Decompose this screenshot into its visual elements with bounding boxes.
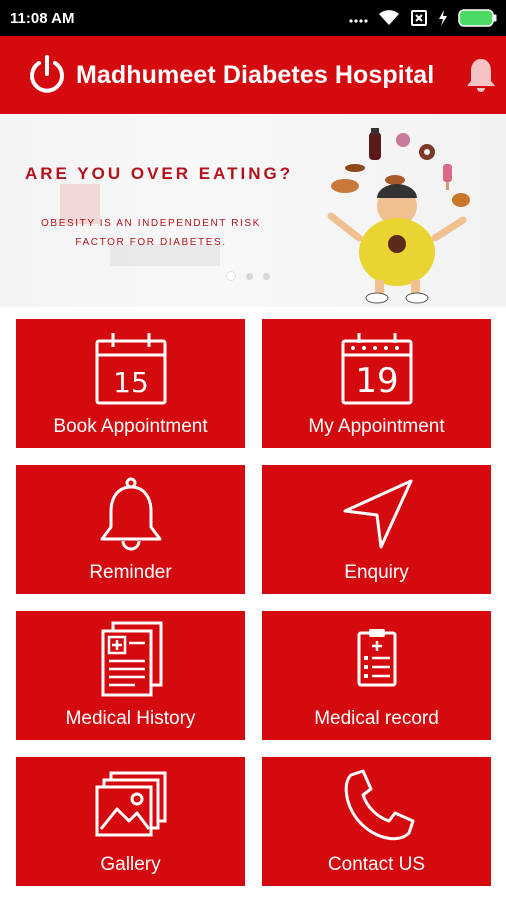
calendar-15-icon: 15 <box>95 333 166 405</box>
contact-us-button[interactable]: Contact US <box>262 757 491 886</box>
status-bar: 11:08 AM <box>0 0 506 36</box>
contact-us-label: Contact US <box>327 854 426 875</box>
medical-record-button[interactable]: Medical record <box>262 611 491 740</box>
my-appointment-button[interactable]: 19 My Appointment <box>262 319 491 448</box>
app-title: Madhumeet Diabetes Hospital <box>76 60 435 89</box>
book-appointment-button[interactable]: 15 Book Appointment <box>16 319 245 448</box>
reminder-label: Reminder <box>89 562 172 583</box>
calendar-19-icon: 19 <box>341 333 412 405</box>
menu-grid: 15 Book Appointment 19 My Appointment Re… <box>16 319 491 886</box>
calendar-number: 15 <box>113 366 149 399</box>
carousel-dot-3[interactable] <box>263 272 270 280</box>
carousel-indicator <box>226 271 270 281</box>
gallery-button[interactable]: Gallery <box>16 757 245 886</box>
book-appointment-label: Book Appointment <box>53 416 208 437</box>
app-header: Madhumeet Diabetes Hospital <box>0 36 506 114</box>
calendar-number: 19 <box>355 361 398 401</box>
medical-record-label: Medical record <box>314 708 439 729</box>
enquiry-button[interactable]: Enquiry <box>262 465 491 594</box>
gallery-label: Gallery <box>100 854 161 875</box>
carousel-dot-1[interactable] <box>226 271 236 281</box>
gallery-icon <box>95 771 166 837</box>
medical-history-label: Medical History <box>65 708 196 729</box>
sim-icon <box>411 10 427 26</box>
medical-history-icon <box>101 621 162 697</box>
enquiry-label: Enquiry <box>344 562 409 583</box>
medical-history-button[interactable]: Medical History <box>16 611 245 740</box>
promo-banner[interactable]: ARE YOU OVER EATING? OBESITY IS AN INDEP… <box>0 114 506 307</box>
status-time: 11:08 AM <box>10 9 75 27</box>
carousel-dot-2[interactable] <box>246 272 253 280</box>
wifi-icon <box>379 10 399 25</box>
battery-icon <box>458 9 497 27</box>
clipboard-icon <box>357 629 396 687</box>
charging-icon <box>439 10 447 26</box>
status-icons <box>348 9 498 27</box>
reminder-button[interactable]: Reminder <box>16 465 245 594</box>
phone-icon <box>344 769 414 841</box>
bell-icon[interactable] <box>464 56 498 94</box>
my-appointment-label: My Appointment <box>308 416 445 437</box>
navigation-arrow-icon <box>343 479 412 549</box>
overeating-mascot-image <box>327 128 470 304</box>
bell-icon <box>100 477 161 551</box>
signal-dots-icon <box>349 19 368 23</box>
power-icon[interactable] <box>26 54 68 96</box>
banner-headline: ARE YOU OVER EATING? <box>25 164 294 183</box>
banner-subtext: OBESITY IS AN INDEPENDENT RISK FACTOR FO… <box>41 218 261 248</box>
